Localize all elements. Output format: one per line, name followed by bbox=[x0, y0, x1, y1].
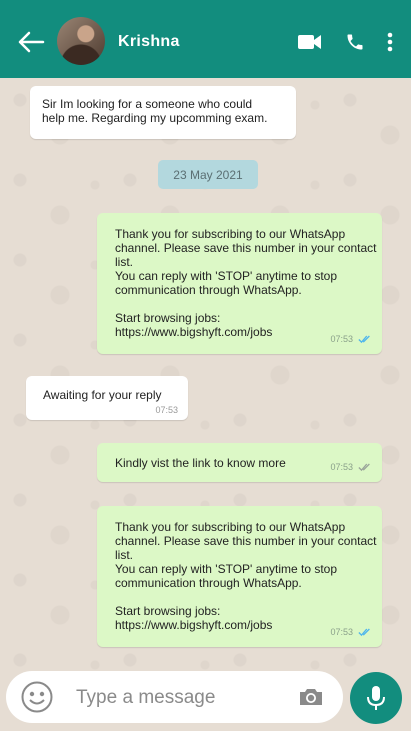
message-meta: 07:53 bbox=[330, 332, 372, 346]
delivered-ticks-icon bbox=[358, 463, 370, 471]
message-time: 07:53 bbox=[330, 462, 353, 472]
back-arrow-icon[interactable] bbox=[16, 28, 46, 56]
message-meta: 07:53 bbox=[330, 625, 372, 639]
message-time: 07:53 bbox=[330, 334, 353, 344]
read-ticks-icon bbox=[358, 335, 370, 343]
message-text: Sir Im looking for a someone who could h… bbox=[42, 97, 268, 125]
camera-icon[interactable] bbox=[298, 687, 324, 707]
contact-name[interactable]: Krishna bbox=[118, 33, 180, 51]
outgoing-message[interactable]: Thank you for subscribing to our WhatsAp… bbox=[97, 506, 382, 647]
message-composer bbox=[6, 671, 343, 723]
incoming-message[interactable]: Awaiting for your reply 07:53 bbox=[26, 376, 188, 420]
message-input[interactable] bbox=[74, 683, 288, 713]
message-time: 07:53 bbox=[155, 405, 178, 415]
read-ticks-icon bbox=[358, 628, 370, 636]
video-call-icon[interactable] bbox=[297, 33, 323, 56]
message-text: Thank you for subscribing to our WhatsAp… bbox=[115, 227, 377, 339]
incoming-message[interactable]: Sir Im looking for a someone who could h… bbox=[30, 86, 296, 139]
message-text: Kindly vist the link to know more bbox=[115, 456, 286, 470]
message-time: 07:53 bbox=[330, 627, 353, 637]
date-chip: 23 May 2021 bbox=[158, 160, 258, 189]
phone-icon[interactable] bbox=[345, 32, 365, 57]
more-vert-icon[interactable] bbox=[386, 32, 394, 57]
message-meta: 07:53 bbox=[330, 460, 372, 474]
mic-icon bbox=[367, 686, 385, 710]
outgoing-message[interactable]: Kindly vist the link to know more 07:53 bbox=[97, 443, 382, 482]
message-text: Thank you for subscribing to our WhatsAp… bbox=[115, 520, 377, 632]
mic-button[interactable] bbox=[350, 672, 402, 724]
chat-header: Krishna bbox=[0, 0, 411, 78]
avatar[interactable] bbox=[57, 17, 105, 65]
outgoing-message[interactable]: Thank you for subscribing to our WhatsAp… bbox=[97, 213, 382, 354]
message-meta: 07:53 bbox=[155, 403, 178, 417]
message-text: Awaiting for your reply bbox=[43, 388, 162, 402]
emoji-icon[interactable] bbox=[21, 681, 53, 713]
